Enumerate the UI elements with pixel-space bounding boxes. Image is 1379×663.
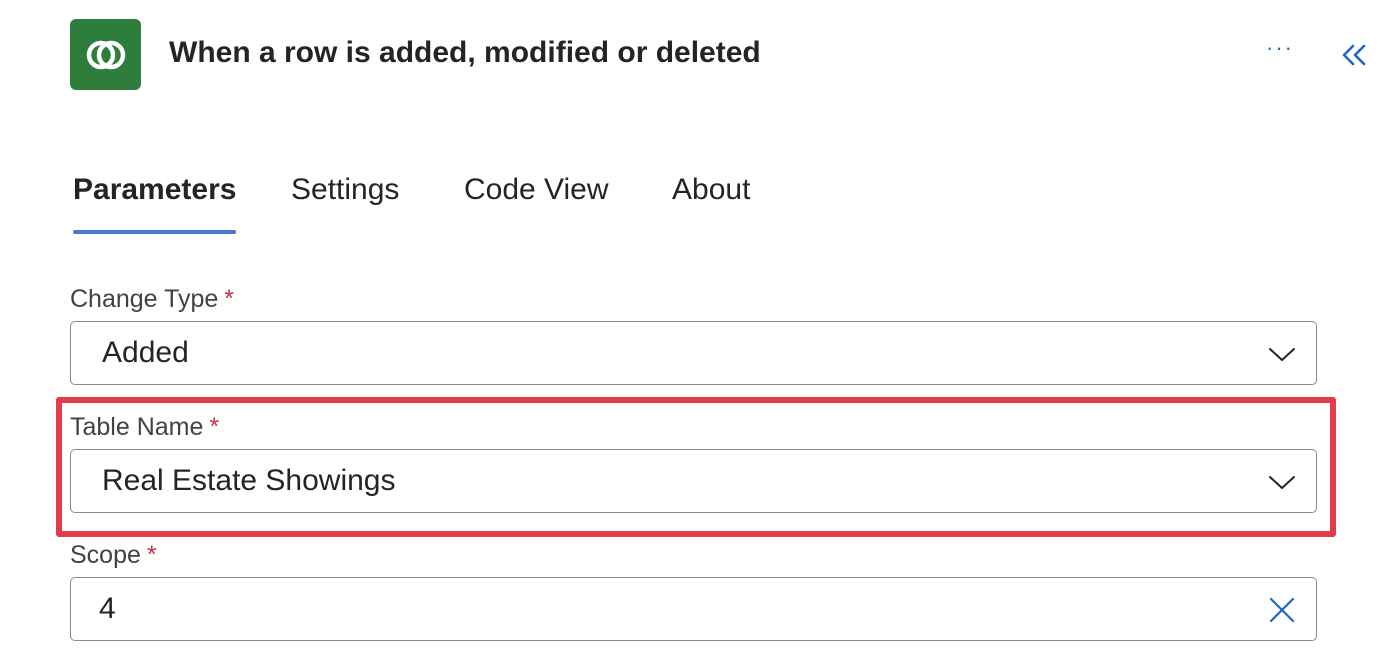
tab-settings[interactable]: Settings xyxy=(291,173,399,207)
double-chevron-left-icon xyxy=(1342,44,1366,66)
table-name-value: Real Estate Showings xyxy=(102,464,396,497)
scope-label-text: Scope xyxy=(70,541,141,569)
more-options-button[interactable]: ··· xyxy=(1262,37,1298,68)
change-type-dropdown[interactable]: Added xyxy=(70,321,1317,385)
dataverse-app-icon xyxy=(70,19,141,90)
chevron-down-icon xyxy=(1269,476,1295,489)
change-type-value: Added xyxy=(102,336,189,369)
required-marker: * xyxy=(224,285,235,313)
trigger-title: When a row is added, modified or deleted xyxy=(169,36,761,69)
required-marker: * xyxy=(146,541,157,569)
table-name-dropdown[interactable]: Real Estate Showings xyxy=(70,449,1317,513)
chevron-down-icon xyxy=(1269,348,1295,361)
dataverse-icon xyxy=(86,40,125,69)
change-type-label-text: Change Type xyxy=(70,285,219,313)
scope-value: 4 xyxy=(99,592,116,625)
close-icon[interactable] xyxy=(1266,594,1298,626)
tab-parameters[interactable]: Parameters xyxy=(73,173,236,207)
tab-code-view[interactable]: Code View xyxy=(464,173,609,207)
active-tab-indicator xyxy=(73,230,236,234)
tab-about[interactable]: About xyxy=(672,173,750,207)
scope-input[interactable]: 4 xyxy=(70,577,1317,641)
required-marker: * xyxy=(209,413,220,441)
table-name-label: Table Name * xyxy=(70,413,219,442)
collapse-panel-button[interactable] xyxy=(1338,40,1370,70)
scope-label: Scope * xyxy=(70,541,157,570)
change-type-label: Change Type * xyxy=(70,285,234,314)
table-name-label-text: Table Name xyxy=(70,413,204,441)
